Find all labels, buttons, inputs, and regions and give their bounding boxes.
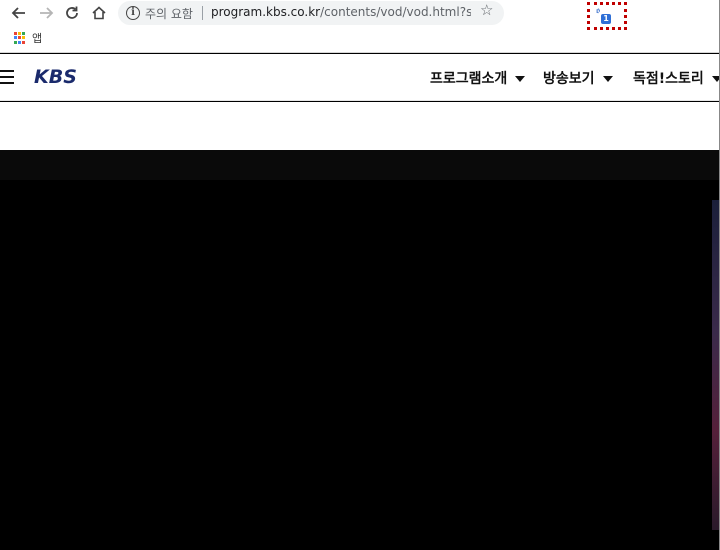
url-path: /contents/vod/vod.html?sourc... — [320, 5, 471, 19]
menu-watch-broadcast[interactable]: 방송보기 — [543, 68, 613, 88]
extension-badge: 1 — [601, 14, 611, 24]
menu-program-intro[interactable]: 프로그램소개 — [430, 68, 526, 88]
security-warning: 주의 요함 — [145, 7, 193, 21]
video-player[interactable] — [0, 150, 720, 550]
menu-label: 방송보기 — [543, 71, 595, 87]
bookmark-star-icon[interactable]: ☆ — [480, 3, 493, 18]
site-header: KBS 프로그램소개 방송보기 독점!스토리 — [0, 54, 720, 101]
apps-grid-icon[interactable] — [14, 32, 26, 44]
url-host: program.kbs.co.kr — [211, 5, 321, 19]
home-icon[interactable] — [88, 2, 110, 24]
menu-label: 프로그램소개 — [430, 71, 508, 87]
extension-figure-icon: ꬽ — [596, 6, 601, 16]
browser-toolbar: i 주의 요함 program.kbs.co.kr/contents/vod/v… — [0, 0, 720, 53]
url-text[interactable]: program.kbs.co.kr/contents/vod/vod.html?… — [211, 5, 471, 19]
apps-label[interactable]: 앱 — [32, 30, 42, 46]
bookmarks-bar: 앱 — [0, 28, 720, 50]
hamburger-menu-icon[interactable] — [0, 70, 14, 84]
menu-exclusive-story[interactable]: 독점!스토리 — [633, 68, 720, 88]
address-bar[interactable]: i 주의 요함 program.kbs.co.kr/contents/vod/v… — [118, 1, 504, 25]
back-arrow-icon[interactable] — [8, 2, 30, 24]
menu-label: 독점!스토리 — [633, 71, 704, 87]
info-icon[interactable]: i — [126, 6, 140, 20]
caret-down-icon — [515, 76, 526, 82]
video-top-strip — [0, 150, 720, 180]
caret-down-icon — [602, 76, 613, 82]
content-top-band — [0, 102, 720, 150]
forward-arrow-icon[interactable] — [35, 2, 57, 24]
extension-icon[interactable]: ꬽ 1 — [594, 6, 614, 24]
kbs-logo[interactable]: KBS — [34, 66, 77, 88]
divider — [202, 6, 203, 20]
reload-icon[interactable] — [61, 2, 83, 24]
